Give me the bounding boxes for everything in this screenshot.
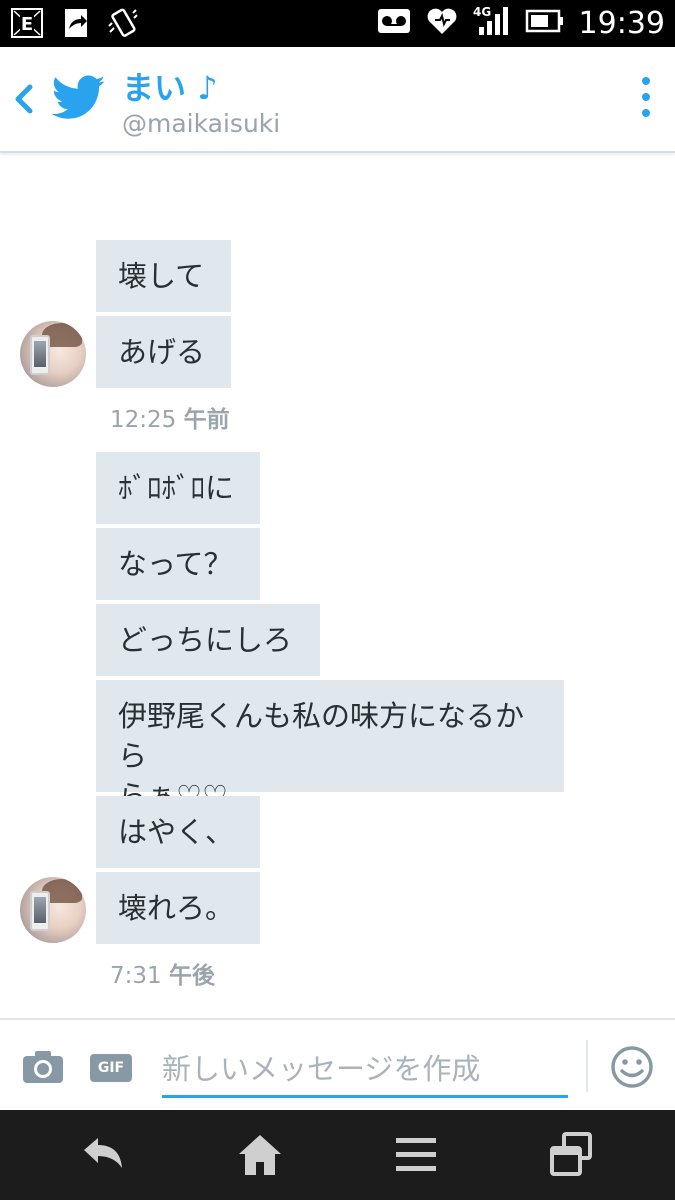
message-timestamp: 12:25 午前	[110, 400, 230, 434]
nav-recent-apps-button[interactable]	[548, 1132, 596, 1178]
smiley-icon	[611, 1046, 653, 1088]
message-composer: GIF	[0, 1018, 675, 1110]
nav-back-button[interactable]	[80, 1132, 128, 1178]
avatar[interactable]	[20, 877, 86, 943]
message-line: 伊野尾くんも私の味方になるから	[118, 699, 525, 773]
status-bar: E 4G 19:39	[0, 0, 675, 47]
battery-icon	[525, 8, 565, 38]
clock: 19:39	[578, 5, 665, 41]
nav-menu-button[interactable]	[392, 1132, 440, 1178]
twitter-bird-icon	[51, 75, 106, 121]
gif-button[interactable]: GIF	[90, 1054, 132, 1082]
message-bubble[interactable]: 壊して	[96, 240, 231, 312]
network-type-label: 4G	[473, 5, 491, 19]
message-bubble[interactable]: 伊野尾くんも私の味方になるかららぁ♡♡	[96, 680, 564, 813]
menu-icon	[396, 1138, 436, 1171]
share-icon	[58, 6, 92, 40]
message-bubble[interactable]: ﾎﾞﾛﾎﾞﾛに	[96, 452, 260, 524]
message-input[interactable]	[162, 1042, 568, 1098]
contact-handle: @maikaisuki	[122, 109, 281, 138]
e-notification-icon: E	[10, 6, 44, 40]
timestamp-time: 7:31	[110, 963, 162, 989]
recent-apps-icon	[550, 1132, 592, 1176]
chevron-left-icon	[15, 84, 33, 114]
message-bubble[interactable]: どっちにしろ	[96, 604, 320, 676]
more-dot-icon	[642, 77, 650, 85]
divider	[586, 1040, 588, 1092]
home-icon	[239, 1135, 281, 1175]
avatar[interactable]	[20, 321, 86, 387]
signal-icon: 4G	[473, 5, 511, 41]
message-bubble[interactable]: はやく、	[96, 796, 260, 868]
message-bubble[interactable]: なって？	[96, 528, 260, 600]
heart-icon	[425, 6, 459, 40]
timestamp-time: 12:25	[110, 407, 177, 433]
vibrate-icon	[106, 6, 140, 40]
voicemail-icon	[377, 7, 411, 39]
timestamp-period: 午後	[168, 963, 215, 989]
conversation-header: まい ♪ @maikaisuki	[0, 47, 675, 153]
svg-text:E: E	[21, 14, 33, 35]
message-bubble[interactable]: あげる	[96, 316, 231, 388]
more-dot-icon	[642, 93, 650, 101]
back-button[interactable]	[10, 81, 40, 117]
camera-button[interactable]	[22, 1050, 64, 1084]
camera-icon	[23, 1051, 63, 1083]
timestamp-period: 午前	[183, 407, 230, 433]
contact-name: まい ♪	[122, 69, 218, 107]
more-dot-icon	[642, 109, 650, 117]
system-navigation-bar	[0, 1110, 675, 1200]
back-arrow-icon	[84, 1138, 122, 1168]
message-timestamp: 7:31 午後	[110, 956, 215, 990]
nav-home-button[interactable]	[236, 1132, 284, 1178]
message-bubble[interactable]: 壊れろ。	[96, 872, 260, 944]
more-options-button[interactable]	[639, 77, 653, 121]
emoji-button[interactable]	[610, 1045, 654, 1089]
